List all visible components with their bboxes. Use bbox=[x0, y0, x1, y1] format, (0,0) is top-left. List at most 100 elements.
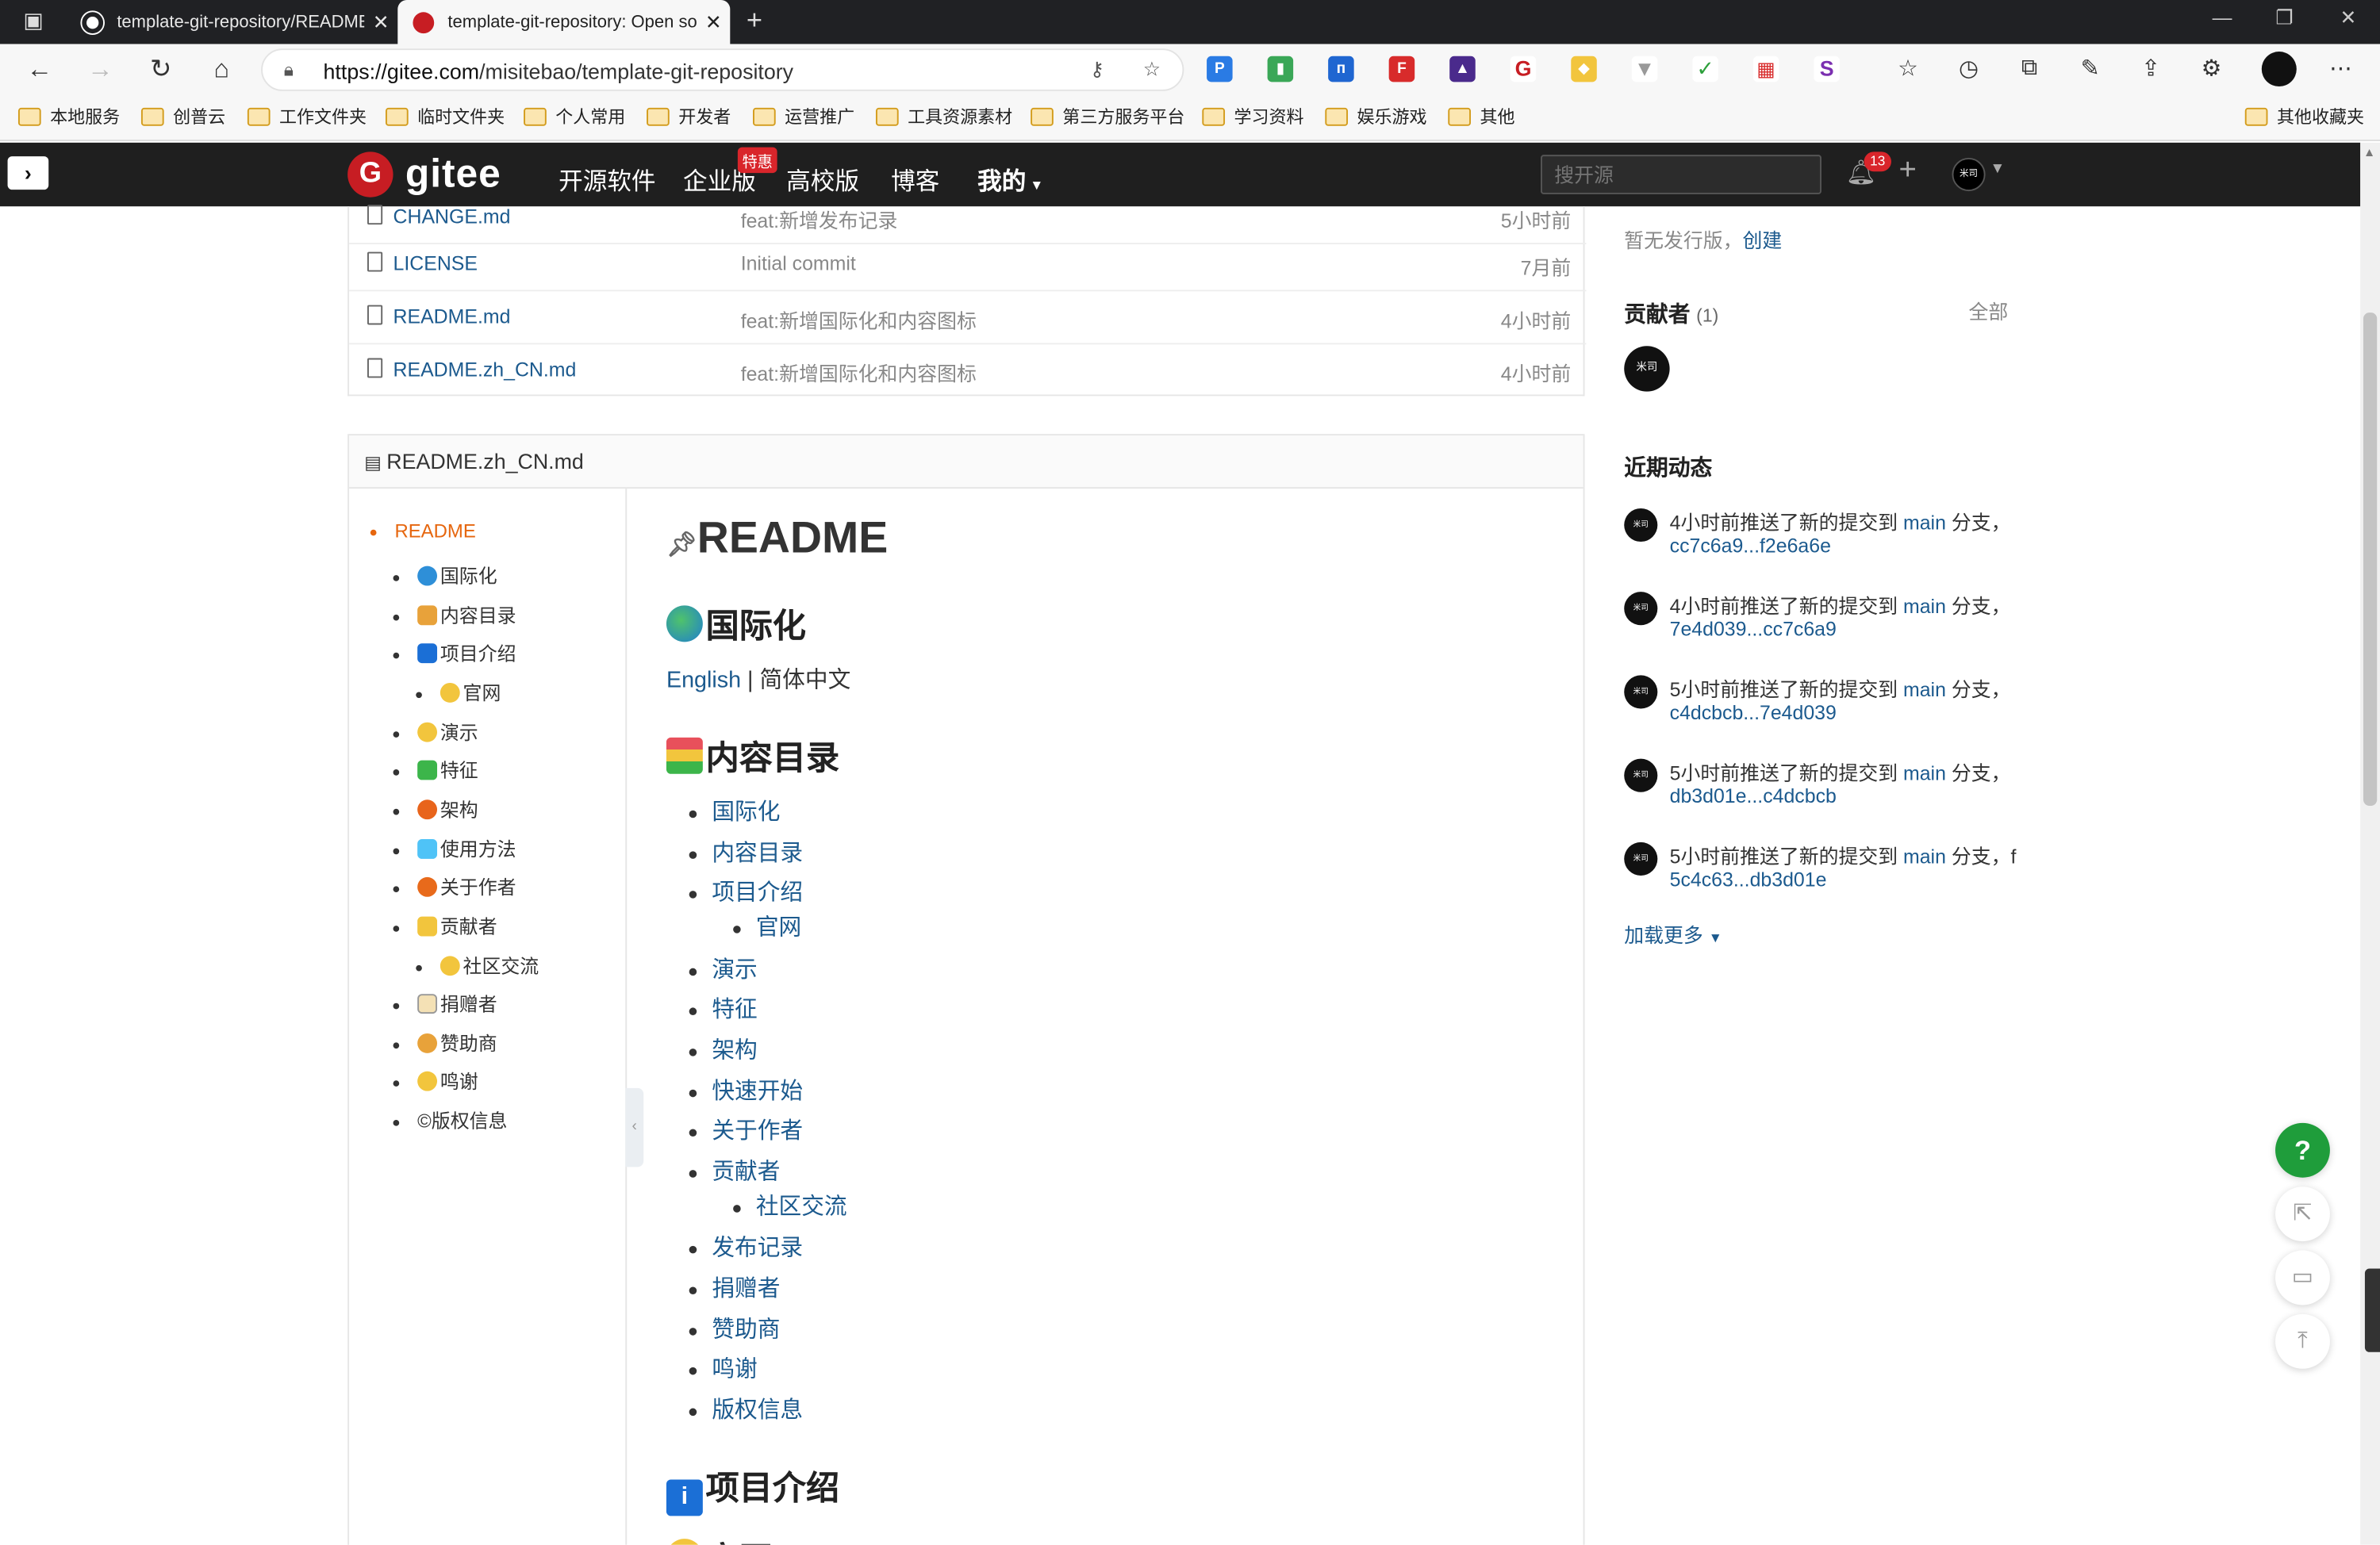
feedback-button[interactable]: ▭ bbox=[2275, 1250, 2330, 1305]
contents-link[interactable]: 快速开始 bbox=[689, 1075, 803, 1106]
chevron-down-icon[interactable]: ▼ bbox=[1990, 161, 2005, 178]
activity-avatar[interactable]: 米司 bbox=[1624, 675, 1658, 709]
bookmark-folder[interactable]: 本地服务 bbox=[17, 105, 120, 129]
contributor-avatar[interactable]: 米司 bbox=[1624, 346, 1670, 392]
toc-item[interactable]: 关于作者 bbox=[393, 871, 516, 899]
tab-actions-icon[interactable]: ▣ bbox=[18, 8, 48, 35]
extension-grad-icon[interactable]: ▲ bbox=[1449, 56, 1476, 82]
file-row[interactable]: LICENSE Initial commit 7月前 bbox=[349, 238, 1587, 292]
other-bookmarks-folder[interactable]: 其他收藏夹 bbox=[2244, 105, 2364, 129]
contents-link[interactable]: 赞助商 bbox=[689, 1313, 780, 1344]
toc-item[interactable]: 使用方法 bbox=[393, 833, 516, 861]
browser-tab-gitee[interactable]: template-git-repository: Open so ✕ bbox=[397, 0, 731, 44]
favorites-icon[interactable]: ☆ bbox=[1893, 55, 1923, 82]
bookmark-folder[interactable]: 学习资料 bbox=[1202, 105, 1304, 129]
create-release-link[interactable]: 创建 bbox=[1742, 229, 1782, 252]
extension-fe-icon[interactable]: F bbox=[1388, 56, 1415, 82]
gitee-logo[interactable]: G gitee bbox=[347, 150, 501, 197]
extension-off-icon[interactable]: ▮ bbox=[1267, 56, 1294, 82]
link-chinese[interactable]: 简体中文 bbox=[759, 668, 850, 694]
more-menu-icon[interactable]: ⋯ bbox=[2325, 55, 2355, 82]
bookmark-folder[interactable]: 其他 bbox=[1448, 105, 1514, 129]
toc-item[interactable]: 项目介绍 bbox=[393, 638, 516, 666]
performance-icon[interactable]: ⚙ bbox=[2197, 55, 2227, 82]
file-name[interactable]: README.md bbox=[393, 305, 511, 328]
file-row[interactable]: CHANGE.md feat:新增发布记录 5小时前 bbox=[349, 191, 1587, 245]
bookmark-folder[interactable]: 工具资源素材 bbox=[875, 105, 1012, 129]
user-avatar[interactable]: 米司 bbox=[1952, 157, 1986, 192]
commit-range-link[interactable]: c4dcbcb...7e4d039 bbox=[1670, 701, 1837, 724]
back-to-top-button[interactable]: ⤒ bbox=[2275, 1313, 2330, 1369]
branch-link[interactable]: main bbox=[1903, 761, 1946, 784]
new-tab-button[interactable]: + bbox=[739, 5, 770, 35]
reload-icon[interactable]: ↻ bbox=[143, 53, 179, 86]
bookmark-folder[interactable]: 创普云 bbox=[140, 105, 225, 129]
home-icon[interactable]: ⌂ bbox=[203, 53, 240, 86]
contents-link[interactable]: 捐赠者 bbox=[689, 1271, 780, 1303]
extension-shield-icon[interactable]: ◆ bbox=[1571, 56, 1597, 82]
toc-item[interactable]: ©版权信息 bbox=[393, 1105, 507, 1133]
contents-link[interactable]: 内容目录 bbox=[689, 836, 803, 868]
commit-message[interactable]: feat:新增国际化和内容图标 bbox=[741, 305, 977, 334]
extension-s-icon[interactable]: S bbox=[1814, 56, 1840, 82]
extension-blue-icon[interactable]: п bbox=[1328, 56, 1354, 82]
restore-button[interactable]: ❐ bbox=[2254, 6, 2315, 31]
contents-link[interactable]: 特征 bbox=[689, 992, 758, 1024]
contents-link[interactable]: 演示 bbox=[689, 953, 758, 985]
toc-item[interactable]: 官网 bbox=[416, 677, 501, 705]
activity-avatar[interactable]: 米司 bbox=[1624, 842, 1658, 876]
toc-item[interactable]: 特征 bbox=[393, 754, 478, 783]
link-english[interactable]: English bbox=[666, 668, 741, 694]
history-icon[interactable]: ◷ bbox=[1953, 55, 1983, 82]
toc-item[interactable]: 捐赠者 bbox=[393, 988, 497, 1017]
contents-link[interactable]: 官网 bbox=[733, 911, 801, 942]
extension-g-icon[interactable]: G bbox=[1510, 56, 1537, 82]
commit-range-link[interactable]: cc7c6a9...f2e6a6e bbox=[1670, 534, 1831, 557]
branch-link[interactable]: main bbox=[1903, 678, 1946, 701]
bookmark-folder[interactable]: 第三方服务平台 bbox=[1031, 105, 1184, 129]
activity-avatar[interactable]: 米司 bbox=[1624, 758, 1658, 792]
close-tab-icon[interactable]: ✕ bbox=[697, 10, 730, 34]
file-name[interactable]: LICENSE bbox=[393, 252, 478, 275]
activity-avatar[interactable]: 米司 bbox=[1624, 592, 1658, 626]
forward-icon[interactable]: → bbox=[82, 53, 118, 86]
share-external-button[interactable]: ⇱ bbox=[2275, 1187, 2330, 1242]
commit-message[interactable]: Initial commit bbox=[741, 252, 856, 275]
bookmark-folder[interactable]: 娱乐游戏 bbox=[1325, 105, 1427, 129]
toc-item[interactable]: 内容目录 bbox=[393, 600, 516, 628]
file-name[interactable]: CHANGE.md bbox=[393, 205, 511, 228]
browser-tab-github[interactable]: template-git-repository/README. ✕ bbox=[67, 0, 397, 44]
contributors-all-link[interactable]: 全部 bbox=[1969, 296, 2009, 324]
extensions-icon[interactable]: ✎ bbox=[2075, 55, 2105, 82]
toc-item[interactable]: 鸣谢 bbox=[393, 1065, 478, 1094]
extension-v-icon[interactable]: ▼ bbox=[1631, 56, 1658, 82]
profile-avatar[interactable] bbox=[2261, 52, 2297, 87]
bookmark-folder[interactable]: 运营推广 bbox=[752, 105, 854, 129]
commit-message[interactable]: feat:新增国际化和内容图标 bbox=[741, 358, 977, 387]
bookmark-folder[interactable]: 临时文件夹 bbox=[385, 105, 505, 129]
close-window-button[interactable]: ✕ bbox=[2318, 6, 2379, 31]
edge-side-widget[interactable] bbox=[2364, 1268, 2380, 1352]
contents-link[interactable]: 关于作者 bbox=[689, 1114, 803, 1145]
extension-p-icon[interactable]: P bbox=[1207, 56, 1233, 82]
file-row[interactable]: README.md feat:新增国际化和内容图标 4小时前 bbox=[349, 291, 1587, 345]
toc-item[interactable]: 演示 bbox=[393, 716, 478, 745]
toc-item[interactable]: 贡献者 bbox=[393, 911, 497, 939]
toc-item[interactable]: README bbox=[370, 520, 476, 542]
commit-range-link[interactable]: db3d01e...c4dcbcb bbox=[1670, 784, 1837, 807]
file-name[interactable]: README.zh_CN.md bbox=[393, 358, 577, 381]
contents-link[interactable]: 鸣谢 bbox=[689, 1352, 758, 1384]
collections-icon[interactable]: ⧉ bbox=[2014, 55, 2044, 81]
scrollbar-thumb[interactable] bbox=[2363, 312, 2378, 806]
commit-range-link[interactable]: 7e4d039...cc7c6a9 bbox=[1670, 618, 1837, 641]
contents-link[interactable]: 国际化 bbox=[689, 796, 780, 827]
contents-link[interactable]: 架构 bbox=[689, 1033, 758, 1065]
extension-leaf-icon[interactable]: ✓ bbox=[1692, 56, 1718, 82]
share-icon[interactable]: ⇪ bbox=[2136, 55, 2166, 82]
minimize-button[interactable]: — bbox=[2192, 6, 2253, 29]
close-tab-icon[interactable]: ✕ bbox=[364, 10, 397, 34]
toc-item[interactable]: 赞助商 bbox=[393, 1027, 497, 1056]
commit-range-link[interactable]: 5c4c63...db3d01e bbox=[1670, 868, 1827, 891]
key-icon[interactable]: ⚷ bbox=[1090, 58, 1104, 82]
sidebar-toggle-button[interactable]: › bbox=[7, 156, 49, 190]
